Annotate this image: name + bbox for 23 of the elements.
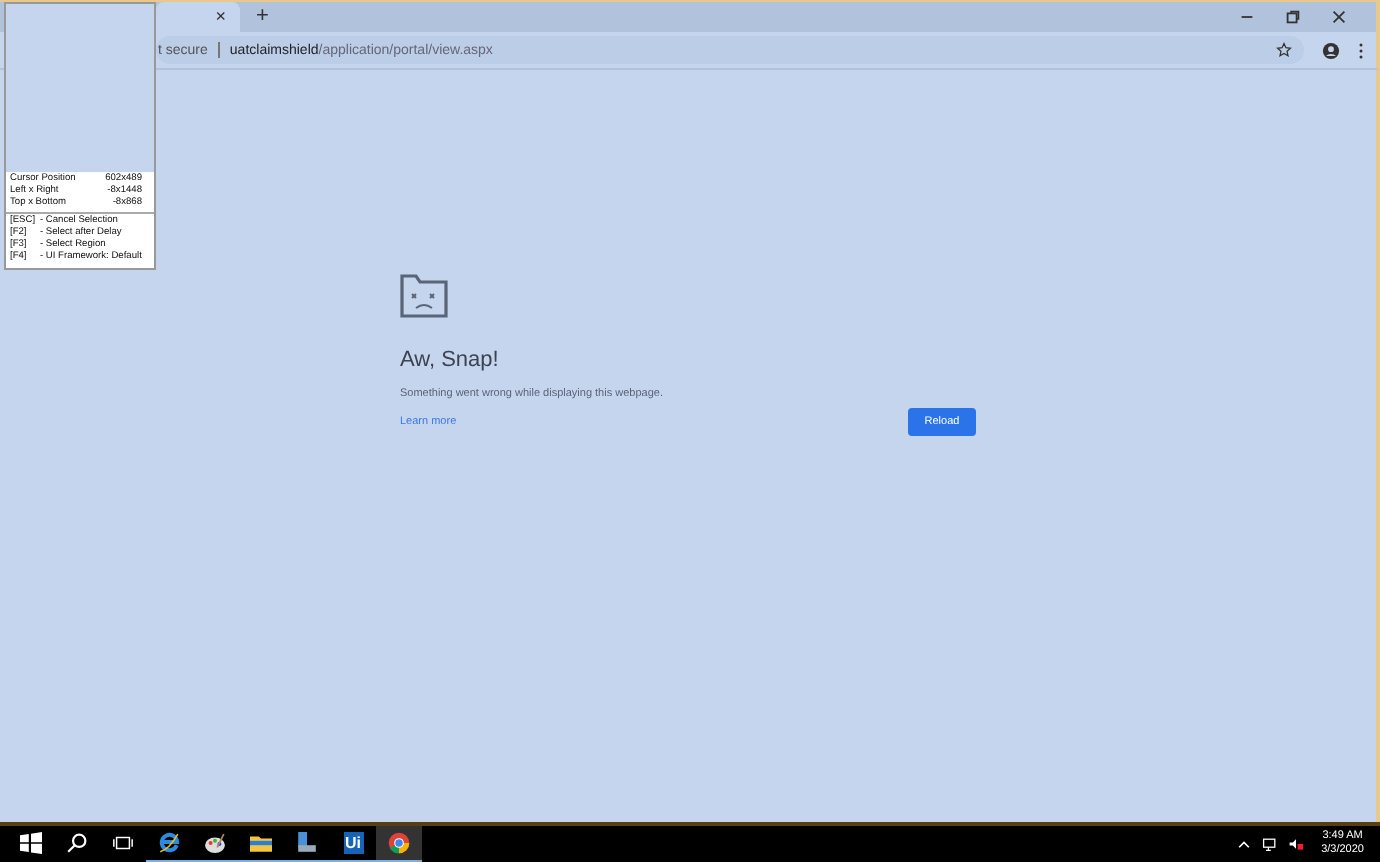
sad-tab-icon xyxy=(400,274,448,318)
folder-icon xyxy=(250,832,272,854)
new-tab-button[interactable]: + xyxy=(256,6,269,28)
palette-icon xyxy=(204,832,226,854)
close-tab-icon[interactable]: × xyxy=(215,8,226,26)
app-icon xyxy=(296,832,318,854)
ie-logo-icon xyxy=(158,832,180,854)
search-icon xyxy=(66,832,88,854)
taskbar-chrome-button[interactable] xyxy=(376,826,422,862)
star-icon[interactable] xyxy=(1276,42,1292,58)
browser-tab[interactable]: × xyxy=(156,2,240,32)
chrome-logo-icon xyxy=(388,832,410,854)
taskbar-app-button[interactable] xyxy=(284,826,330,862)
error-title: Aw, Snap! xyxy=(400,348,501,372)
volume-muted-icon[interactable] xyxy=(1287,836,1304,852)
task-view-icon xyxy=(112,832,134,854)
profile-icon[interactable] xyxy=(1322,41,1340,59)
close-icon[interactable] xyxy=(1330,8,1348,26)
network-icon[interactable] xyxy=(1261,836,1278,852)
windows-logo-icon xyxy=(20,832,42,854)
caret-up-icon[interactable] xyxy=(1235,836,1252,852)
menu-icon[interactable] xyxy=(1358,41,1364,59)
restore-icon[interactable] xyxy=(1284,8,1302,26)
